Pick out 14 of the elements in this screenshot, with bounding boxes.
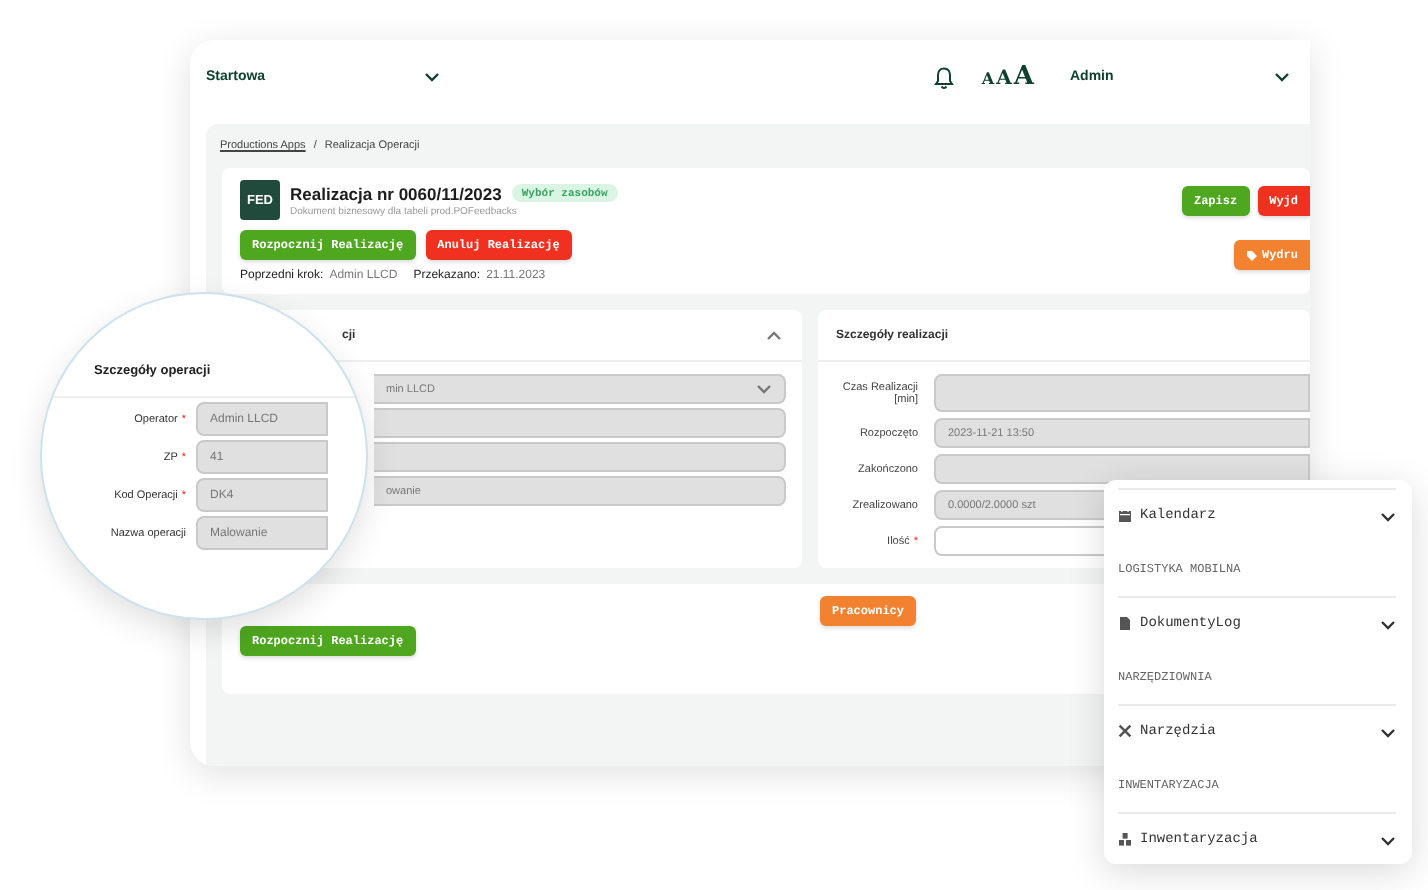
boxes-icon <box>1118 832 1132 848</box>
document-icon <box>1118 616 1132 632</box>
tools-icon <box>1118 724 1132 740</box>
chevron-down-icon[interactable] <box>1274 72 1290 82</box>
chevron-down-icon <box>756 384 772 394</box>
bell-icon <box>933 65 954 89</box>
calendar-icon <box>1118 508 1132 524</box>
tag-icon <box>1245 249 1258 261</box>
document-title: Realizacja nr 0060/11/2023 <box>290 183 502 203</box>
chevron-up-icon[interactable] <box>766 330 782 340</box>
font-size-button[interactable]: A <box>996 68 1012 90</box>
font-size-button[interactable]: A <box>981 68 995 88</box>
font-size-button[interactable]: A <box>1013 62 1034 92</box>
chevron-down-icon[interactable] <box>424 72 440 82</box>
